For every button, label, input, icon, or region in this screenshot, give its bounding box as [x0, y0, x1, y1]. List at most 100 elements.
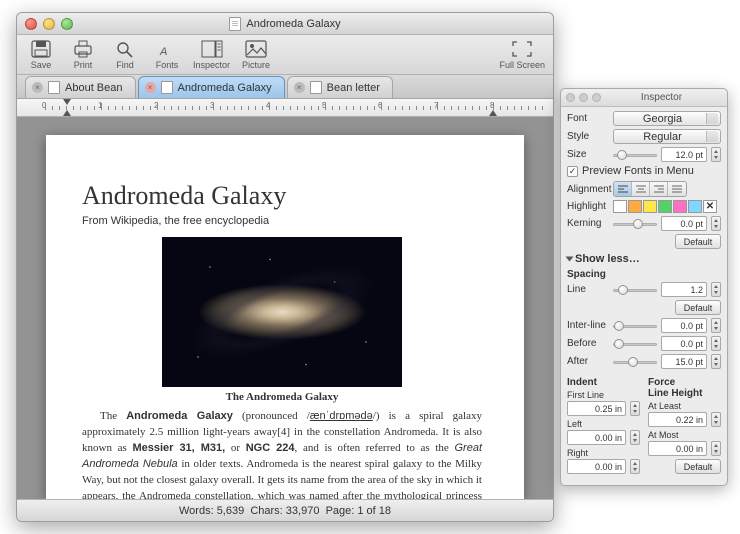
leftindent-field[interactable]: 0.00 in — [567, 430, 626, 445]
line-stepper[interactable] — [711, 282, 721, 297]
rightindent-stepper[interactable] — [630, 459, 640, 474]
highlight-swatch[interactable] — [628, 200, 642, 213]
align-right-icon[interactable] — [650, 182, 668, 196]
disclosure-icon — [566, 257, 574, 262]
body-text[interactable]: The Andromeda Galaxy (pronounced /ænˈdrɒ… — [82, 409, 482, 499]
rightindent-label: Right — [567, 448, 640, 458]
firstline-stepper[interactable] — [630, 401, 640, 416]
tab-bean-letter[interactable]: × Bean letter — [287, 76, 393, 98]
atmost-label: At Most — [648, 430, 721, 440]
inspector-titlebar[interactable]: Inspector — [561, 89, 727, 107]
window-title-text: Andromeda Galaxy — [246, 18, 340, 30]
size-stepper[interactable] — [711, 147, 721, 162]
force-default-button[interactable]: Default — [675, 459, 721, 474]
style-select[interactable]: Regular — [613, 129, 721, 144]
firstline-field[interactable]: 0.25 in — [567, 401, 626, 416]
indent-header: Indent — [567, 377, 640, 388]
kerning-default-button[interactable]: Default — [675, 234, 721, 249]
page-title: Andromeda Galaxy — [82, 181, 482, 211]
close-icon[interactable]: × — [32, 82, 43, 93]
font-select[interactable]: Georgia — [613, 111, 721, 126]
atleast-stepper[interactable] — [711, 412, 721, 427]
highlight-none-icon[interactable]: ✕ — [703, 200, 717, 213]
leftindent-label: Left — [567, 419, 640, 429]
interline-field[interactable]: 0.0 pt — [661, 318, 707, 333]
tab-label: Bean letter — [327, 82, 380, 94]
force-header: Force Line Height — [648, 377, 721, 399]
page[interactable]: Andromeda Galaxy From Wikipedia, the fre… — [46, 135, 524, 499]
after-label: After — [567, 356, 609, 367]
highlight-swatch[interactable] — [613, 200, 627, 213]
alignment-segment[interactable] — [613, 181, 687, 197]
fullscreen-button[interactable]: Full Screen — [499, 39, 545, 70]
inspector-button[interactable]: Inspector — [193, 39, 230, 70]
preview-fonts-checkbox[interactable]: ✓ Preview Fonts in Menu — [567, 165, 721, 177]
fonts-icon: A — [156, 39, 178, 59]
before-slider[interactable] — [613, 337, 657, 351]
atmost-field[interactable]: 0.00 in — [648, 441, 707, 456]
highlight-swatch[interactable] — [688, 200, 702, 213]
close-icon[interactable]: × — [294, 82, 305, 93]
highlight-swatches: ✕ — [613, 200, 717, 213]
zoom-button[interactable] — [592, 93, 601, 102]
fonts-label: Fonts — [156, 60, 179, 70]
tab-andromeda-galaxy[interactable]: × Andromeda Galaxy — [138, 76, 285, 98]
window-title: Andromeda Galaxy — [17, 17, 553, 31]
line-default-button[interactable]: Default — [675, 300, 721, 315]
tab-about-bean[interactable]: × About Bean — [25, 76, 136, 98]
after-field[interactable]: 15.0 pt — [661, 354, 707, 369]
kerning-field[interactable]: 0.0 pt — [661, 216, 707, 231]
align-left-icon[interactable] — [614, 182, 632, 196]
titlebar[interactable]: Andromeda Galaxy — [17, 13, 553, 35]
rightindent-field[interactable]: 0.00 in — [567, 459, 626, 474]
firstline-label: First Line — [567, 390, 640, 400]
print-button[interactable]: Print — [67, 39, 99, 70]
align-center-icon[interactable] — [632, 182, 650, 196]
inspector-panel: Inspector Font Georgia Style Regular Siz… — [560, 88, 728, 486]
before-field[interactable]: 0.0 pt — [661, 336, 707, 351]
highlight-swatch[interactable] — [658, 200, 672, 213]
line-slider[interactable] — [613, 283, 657, 297]
highlight-swatch[interactable] — [673, 200, 687, 213]
find-button[interactable]: Find — [109, 39, 141, 70]
showless-toggle[interactable]: Show less… — [567, 253, 721, 265]
size-slider[interactable] — [613, 148, 657, 162]
image-caption: The Andromeda Galaxy — [82, 391, 482, 403]
font-label: Font — [567, 113, 609, 124]
line-field[interactable]: 1.2 — [661, 282, 707, 297]
picture-label: Picture — [242, 60, 270, 70]
atmost-stepper[interactable] — [711, 441, 721, 456]
checkbox-icon: ✓ — [567, 166, 578, 177]
tab-label: About Bean — [65, 82, 123, 94]
size-field[interactable]: 12.0 pt — [661, 147, 707, 162]
document-area[interactable]: Andromeda Galaxy From Wikipedia, the fre… — [17, 117, 553, 499]
save-button[interactable]: Save — [25, 39, 57, 70]
fonts-button[interactable]: A Fonts — [151, 39, 183, 70]
before-label: Before — [567, 338, 609, 349]
ruler[interactable]: 012345678 — [17, 99, 553, 117]
highlight-swatch[interactable] — [643, 200, 657, 213]
interline-slider[interactable] — [613, 319, 657, 333]
leftindent-stepper[interactable] — [630, 430, 640, 445]
kerning-slider[interactable] — [613, 217, 657, 231]
after-slider[interactable] — [613, 355, 657, 369]
close-icon[interactable]: × — [145, 82, 156, 93]
minimize-button[interactable] — [579, 93, 588, 102]
spacing-header: Spacing — [567, 269, 721, 280]
statusbar: Words: 5,639 Chars: 33,970 Page: 1 of 18 — [17, 499, 553, 521]
atleast-field[interactable]: 0.22 in — [648, 412, 707, 427]
style-label: Style — [567, 131, 609, 142]
tab-label: Andromeda Galaxy — [178, 82, 272, 94]
kerning-label: Kerning — [567, 218, 609, 229]
toolbar: Save Print Find A Fonts Inspector Pictur… — [17, 35, 553, 75]
save-icon — [30, 39, 52, 59]
after-stepper[interactable] — [711, 354, 721, 369]
picture-button[interactable]: Picture — [240, 39, 272, 70]
page-subtitle: From Wikipedia, the free encyclopedia — [82, 215, 482, 227]
align-justify-icon[interactable] — [668, 182, 686, 196]
kerning-stepper[interactable] — [711, 216, 721, 231]
document-icon — [161, 81, 173, 94]
before-stepper[interactable] — [711, 336, 721, 351]
close-button[interactable] — [566, 93, 575, 102]
interline-stepper[interactable] — [711, 318, 721, 333]
